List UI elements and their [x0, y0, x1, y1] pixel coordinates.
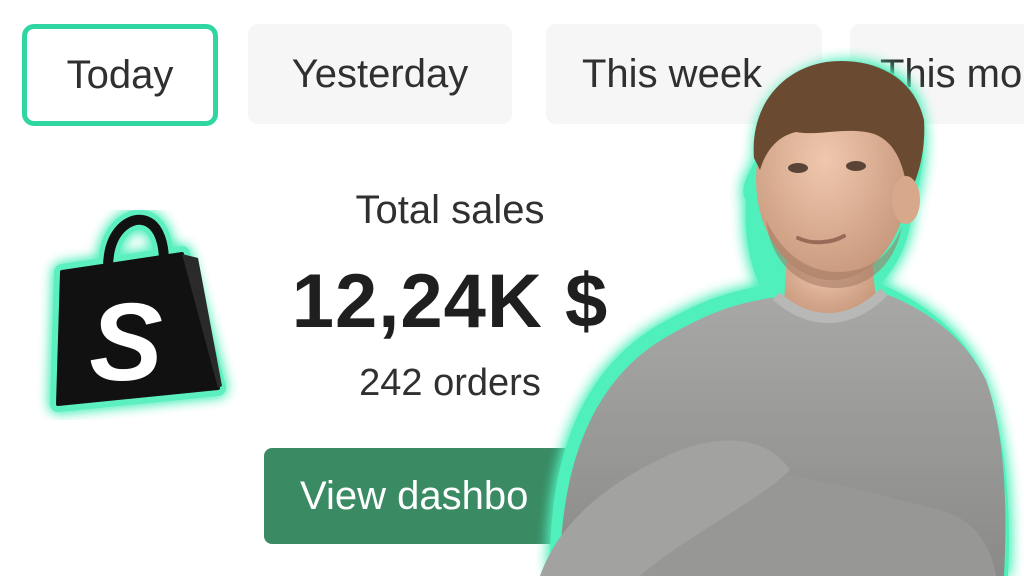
tab-label: Today — [66, 52, 174, 97]
presenter-photo — [540, 60, 1009, 576]
tab-today[interactable]: Today — [22, 24, 218, 126]
button-label: View dashbo — [300, 473, 529, 518]
shopify-letter: S — [89, 281, 162, 404]
shopify-bag-icon: S — [50, 210, 226, 412]
tab-yesterday[interactable]: Yesterday — [248, 24, 512, 124]
tab-label: Yesterday — [291, 51, 469, 96]
